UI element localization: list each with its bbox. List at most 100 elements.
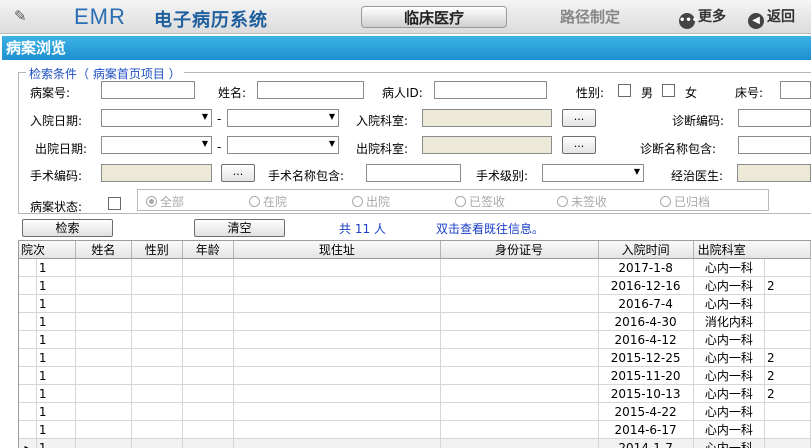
diag-name-input[interactable] (738, 136, 811, 154)
patient-id-label: 病人ID: (382, 86, 423, 100)
bed-no-input[interactable] (780, 81, 811, 99)
table-row[interactable]: 1 2017-1-8 心内一科 (19, 258, 811, 277)
gender-cell (131, 330, 183, 349)
case-no-label: 病案号: (30, 86, 71, 100)
admit-dept-picker-button[interactable]: ... (562, 109, 596, 127)
id-number-cell (440, 402, 599, 421)
table-row[interactable]: 1 2016-4-30 消化内科 (19, 312, 811, 331)
discharge-date-from-select[interactable] (101, 136, 212, 154)
case-no-input[interactable] (101, 81, 195, 99)
back-button[interactable]: ◀ 返回 (748, 8, 795, 29)
address-cell (233, 258, 441, 277)
discharge-dept-cell: 心内一科 (693, 294, 765, 313)
name-cell (75, 258, 132, 277)
overflow-cell (764, 258, 811, 277)
gender-cell (131, 348, 183, 367)
name-cell (75, 348, 132, 367)
status-radio-archived[interactable]: 已归档 (660, 193, 710, 210)
overflow-cell (764, 294, 811, 313)
age-cell (182, 420, 235, 439)
status-radio-all[interactable]: 全部 (146, 193, 184, 210)
admit-date-to-select[interactable] (227, 109, 339, 127)
admit-time-cell: 2016-4-12 (598, 330, 694, 349)
discharge-dept-input[interactable] (422, 136, 552, 154)
col-header-age[interactable]: 年龄 (182, 241, 235, 259)
table-row[interactable]: 1 2015-12-25 心内一科 2 (19, 348, 811, 367)
clear-button[interactable]: 清空 (194, 219, 285, 237)
col-header-discharge-dept[interactable]: 出院科室 (693, 241, 811, 259)
table-row[interactable]: 1 2014-6-17 心内一科 (19, 420, 811, 439)
doctor-input[interactable] (737, 164, 811, 182)
table-row[interactable]: 1 2015-10-13 心内一科 2 (19, 384, 811, 403)
status-radio-received[interactable]: 已签收 (455, 193, 505, 210)
bed-no-label: 床号: (735, 86, 764, 100)
diag-code-input[interactable] (738, 109, 811, 127)
discharge-dept-cell: 消化内科 (693, 312, 765, 331)
discharge-dept-cell: 心内一科 (693, 420, 765, 439)
admit-time-cell: 2017-1-8 (598, 258, 694, 277)
doctor-label: 经治医生: (671, 169, 724, 183)
address-cell (233, 420, 441, 439)
name-input[interactable] (257, 81, 364, 99)
address-cell (233, 438, 441, 448)
table-header-row: 院次 姓名 性别 年龄 现住址 身份证号 入院时间 出院科室 (19, 241, 811, 259)
age-cell (182, 330, 235, 349)
case-status-checkbox[interactable] (108, 197, 121, 210)
age-cell (182, 348, 235, 367)
brand-logo: EMR (74, 4, 126, 29)
table-row[interactable]: 1 2016-7-4 心内一科 (19, 294, 811, 313)
id-number-cell (440, 276, 599, 295)
surgery-code-input[interactable] (101, 164, 212, 182)
surgery-level-select[interactable] (542, 164, 644, 182)
col-header-admit-time[interactable]: 入院时间 (598, 241, 694, 259)
table-row[interactable]: 1 2016-4-12 心内一科 (19, 330, 811, 349)
tab-clinical[interactable]: 临床医疗 (361, 6, 507, 28)
admit-dept-input[interactable] (422, 109, 552, 127)
status-radio-discharged[interactable]: 出院 (352, 193, 390, 210)
diag-name-label: 诊断名称包含: (640, 142, 717, 156)
more-icon: ••• (679, 13, 698, 29)
id-number-cell (440, 330, 599, 349)
id-number-cell (440, 384, 599, 403)
col-header-name[interactable]: 姓名 (75, 241, 132, 259)
more-button[interactable]: •••更多 (679, 8, 726, 29)
table-row[interactable]: 1 2015-11-20 心内一科 2 (19, 366, 811, 385)
admit-date-from-select[interactable] (101, 109, 212, 127)
radio-icon (660, 196, 671, 207)
surgery-name-input[interactable] (366, 164, 461, 182)
address-cell (233, 402, 441, 421)
surgery-code-picker-button[interactable]: ... (221, 164, 255, 182)
status-radio-not-received[interactable]: 未签收 (557, 193, 607, 210)
discharge-date-label: 出院日期: (35, 142, 88, 156)
table-row[interactable]: 1 2015-4-22 心内一科 (19, 402, 811, 421)
gender-female-checkbox[interactable] (662, 84, 675, 97)
tab-pathway[interactable]: 路径制定 (520, 6, 660, 28)
status-radio-in-hospital[interactable]: 在院 (249, 193, 287, 210)
age-cell (182, 312, 235, 331)
result-count: 共 11 人 (339, 222, 386, 236)
col-header-id-number[interactable]: 身份证号 (440, 241, 599, 259)
discharge-dept-label: 出院科室: (356, 142, 409, 156)
address-cell (233, 312, 441, 331)
admit-dept-label: 入院科室: (356, 114, 409, 128)
table-row[interactable]: ▸ 1 2014-1-7 心内一科 (19, 438, 811, 448)
table-row[interactable]: 1 2016-12-16 心内一科 2 (19, 276, 811, 295)
col-header-gender[interactable]: 性别 (131, 241, 183, 259)
gender-male-checkbox[interactable] (618, 84, 631, 97)
discharge-date-to-select[interactable] (227, 136, 339, 154)
search-button[interactable]: 检索 (22, 219, 113, 237)
patient-id-input[interactable] (434, 81, 547, 99)
row-indicator-cell (19, 366, 37, 385)
address-cell (233, 348, 441, 367)
discharge-dept-picker-button[interactable]: ... (562, 136, 596, 154)
name-cell (75, 294, 132, 313)
id-number-cell (440, 420, 599, 439)
admit-time-cell: 2015-10-13 (598, 384, 694, 403)
radio-icon (249, 196, 260, 207)
discharge-dept-cell: 心内一科 (693, 438, 765, 448)
radio-icon (352, 196, 363, 207)
top-bar: ✎ EMR 电子病历系统 临床医疗 路径制定 •••更多 ◀ 返回 (0, 0, 811, 34)
col-header-address[interactable]: 现住址 (233, 241, 441, 259)
age-cell (182, 294, 235, 313)
col-header-visit[interactable]: 院次 (19, 241, 76, 259)
